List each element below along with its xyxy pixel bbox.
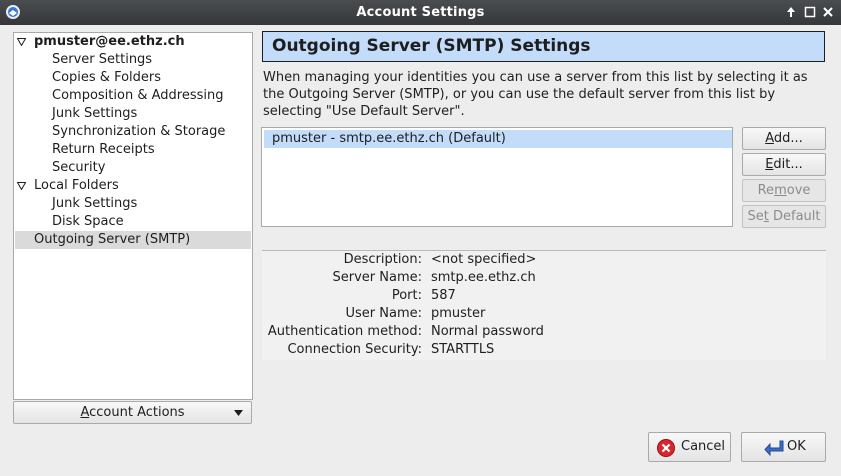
tree-item-account[interactable]: pmuster@ee.ethz.ch — [15, 33, 251, 51]
ok-label: OK — [787, 439, 806, 454]
tree-item-label: Outgoing Server (SMTP) — [34, 232, 191, 247]
tree-item-label: Composition & Addressing — [52, 88, 224, 103]
tree-item-label: Copies & Folders — [52, 70, 162, 85]
server-name-label: Server Name: — [332, 270, 423, 285]
auth-method-value: Normal password — [431, 324, 544, 339]
description-label: Description: — [343, 252, 422, 267]
title-bar: Account Settings — [0, 0, 841, 25]
tree-item-label: Synchronization & Storage — [52, 124, 226, 139]
description-value: <not specified> — [431, 252, 537, 267]
maximize-up-icon[interactable] — [783, 4, 799, 20]
tree-item-label: Local Folders — [34, 178, 119, 193]
tree-item-disk-space[interactable]: Disk Space — [15, 213, 251, 231]
tree-item-composition[interactable]: Composition & Addressing — [15, 87, 251, 105]
user-name-label: User Name: — [345, 306, 423, 321]
tree-item-label: pmuster@ee.ethz.ch — [34, 34, 185, 49]
panel-description: When managing your identities you can us… — [263, 70, 808, 119]
cancel-icon — [657, 439, 675, 468]
tree-item-server-settings[interactable]: Server Settings — [15, 51, 251, 69]
cancel-label: Cancel — [681, 439, 726, 454]
connection-security-label: Connection Security: — [287, 342, 422, 357]
tree-item-synchronization[interactable]: Synchronization & Storage — [15, 123, 251, 141]
tree-item-label: Junk Settings — [52, 196, 138, 211]
tree-item-security[interactable]: Security — [15, 159, 251, 177]
auth-method-label: Authentication method: — [267, 324, 422, 339]
account-actions-label: Account Actions — [80, 405, 185, 420]
ok-arrow-icon — [764, 439, 784, 468]
user-name-value: pmuster — [431, 306, 486, 321]
restore-icon[interactable] — [802, 4, 818, 20]
tree-item-return-receipts[interactable]: Return Receipts — [15, 141, 251, 159]
dropdown-arrow-icon — [234, 410, 243, 416]
smtp-server-list[interactable]: pmuster - smtp.ee.ethz.ch (Default) — [261, 127, 733, 227]
tree-item-label: Server Settings — [52, 52, 153, 67]
tree-item-label: Security — [52, 160, 106, 175]
set-default-button[interactable]: Set Default — [742, 205, 826, 228]
account-tree[interactable]: pmuster@ee.ethz.ch Server Settings Copie… — [13, 32, 253, 400]
tree-item-local-folders[interactable]: Local Folders — [15, 177, 251, 195]
edit-button[interactable]: Edit... — [742, 153, 826, 176]
tree-item-local-junk-settings[interactable]: Junk Settings — [15, 195, 251, 213]
tree-item-label: Return Receipts — [52, 142, 155, 157]
tree-item-label: Junk Settings — [52, 106, 138, 121]
close-icon[interactable] — [820, 4, 836, 20]
expand-triangle-icon[interactable] — [17, 182, 26, 190]
server-details: Description: <not specified> Server Name… — [262, 250, 826, 360]
tree-item-copies-folders[interactable]: Copies & Folders — [15, 69, 251, 87]
expand-triangle-icon[interactable] — [17, 38, 26, 46]
ok-button[interactable]: OK — [741, 432, 826, 462]
tree-item-label: Disk Space — [52, 214, 124, 229]
cancel-button[interactable]: Cancel — [648, 432, 731, 462]
tree-item-outgoing-server[interactable]: Outgoing Server (SMTP) — [15, 231, 251, 249]
remove-button[interactable]: Remove — [742, 179, 826, 202]
tree-item-junk-settings[interactable]: Junk Settings — [15, 105, 251, 123]
port-label: Port: — [391, 288, 422, 303]
page-title: Outgoing Server (SMTP) Settings — [262, 31, 825, 62]
window-title: Account Settings — [356, 5, 485, 20]
server-name-value: smtp.ee.ethz.ch — [431, 270, 536, 285]
list-item[interactable]: pmuster - smtp.ee.ethz.ch (Default) — [264, 130, 732, 148]
account-actions-button[interactable]: Account Actions — [13, 401, 252, 424]
connection-security-value: STARTTLS — [431, 342, 495, 357]
add-button[interactable]: Add... — [742, 127, 826, 150]
port-value: 587 — [431, 288, 456, 303]
